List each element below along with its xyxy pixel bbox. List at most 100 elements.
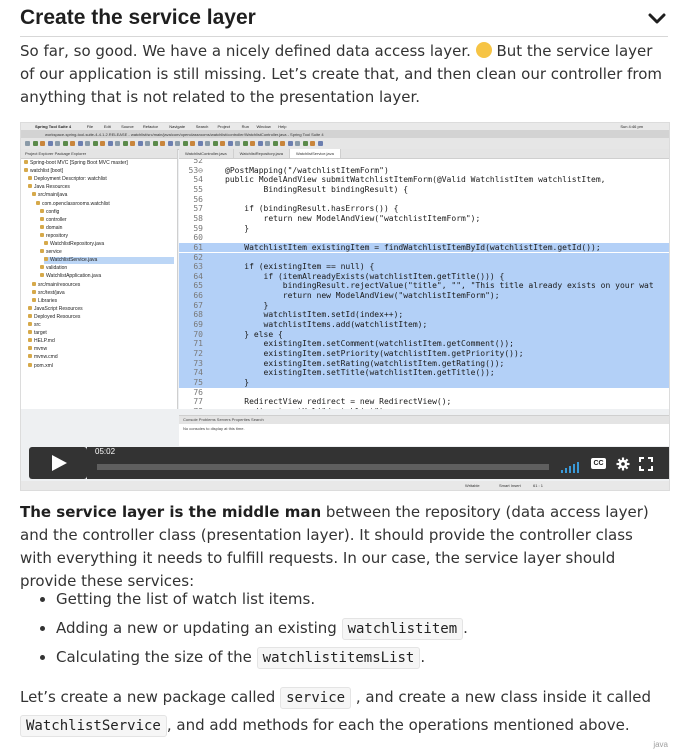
tree-item[interactable]: controller bbox=[40, 216, 67, 224]
tree-item[interactable]: src/test/java bbox=[32, 289, 65, 297]
folder-icon bbox=[40, 208, 44, 213]
toolbar-icon[interactable] bbox=[137, 141, 143, 146]
toolbar-icon[interactable] bbox=[100, 141, 105, 146]
toolbar-icon[interactable] bbox=[25, 141, 30, 146]
tree-item[interactable]: WatchlistRepository.java bbox=[44, 241, 104, 248]
toolbar-icon[interactable] bbox=[205, 141, 210, 146]
list-item: Calculating the size of the watchlistite… bbox=[56, 644, 673, 673]
tree-item[interactable]: config bbox=[40, 208, 59, 216]
tree-item[interactable]: WatchlistApplication.java bbox=[40, 273, 101, 280]
toolbar-icon[interactable] bbox=[227, 141, 233, 146]
tree-item[interactable]: pom.xml bbox=[28, 362, 53, 370]
tree-item[interactable]: Spring-boot MVC [Spring Boot MVC master] bbox=[24, 160, 128, 167]
tree-item[interactable]: mvnw.cmd bbox=[28, 354, 58, 361]
fullscreen-icon[interactable] bbox=[639, 457, 653, 471]
mac-menu-item[interactable]: Project bbox=[218, 124, 230, 129]
toolbar-icon[interactable] bbox=[272, 141, 278, 146]
tree-item-label: Java Resources bbox=[34, 184, 70, 191]
mac-menu-item[interactable]: Run bbox=[242, 124, 249, 129]
tree-item[interactable]: repository bbox=[40, 232, 68, 240]
tree-item[interactable]: com.openclassrooms.watchlist bbox=[36, 200, 110, 208]
toolbar-icon[interactable] bbox=[55, 141, 60, 146]
mac-menu-item[interactable]: Refactor bbox=[143, 124, 158, 129]
tree-item[interactable]: HELP.md bbox=[28, 338, 55, 345]
code-line: 63 if (existingItem == null) { bbox=[179, 262, 669, 272]
folder-icon bbox=[28, 346, 32, 351]
tree-item[interactable]: Deployment Descriptor: watchlist bbox=[28, 176, 107, 183]
editor-tab[interactable]: WatchlistService.java bbox=[290, 149, 341, 158]
mac-menu-item[interactable]: Help bbox=[278, 124, 286, 129]
section-header[interactable]: Create the service layer bbox=[20, 4, 670, 30]
editor-tabs: WatchlistController.java WatchlistReposit… bbox=[179, 149, 669, 159]
editor-tab[interactable]: WatchlistRepository.java bbox=[234, 149, 291, 158]
toolbar-icon[interactable] bbox=[250, 141, 255, 146]
toolbar-icon[interactable] bbox=[85, 141, 90, 146]
mac-menu-item[interactable]: Source bbox=[121, 124, 134, 129]
toolbar-icon[interactable] bbox=[235, 141, 240, 146]
tree-item-label: pom.xml bbox=[34, 362, 53, 369]
progress-bar[interactable] bbox=[97, 464, 549, 470]
toolbar-icon[interactable] bbox=[152, 141, 158, 146]
toolbar-icon[interactable] bbox=[302, 141, 308, 146]
toolbar-icon[interactable] bbox=[175, 141, 180, 146]
toolbar-icon[interactable] bbox=[62, 141, 68, 146]
code-editor: WatchlistController.java WatchlistReposit… bbox=[179, 149, 669, 409]
toolbar-icon[interactable] bbox=[47, 141, 53, 146]
video-player[interactable]: Spring Tool Suite 4 File Edit Source Refacto… bbox=[20, 122, 670, 491]
toolbar-icon[interactable] bbox=[257, 141, 263, 146]
toolbar-icon[interactable] bbox=[160, 141, 165, 146]
tree-item[interactable]: validation bbox=[40, 265, 67, 272]
toolbar-icon[interactable] bbox=[32, 141, 38, 146]
folder-icon bbox=[32, 281, 36, 286]
toolbar-icon[interactable] bbox=[182, 141, 188, 146]
tree-item[interactable]: Libraries bbox=[32, 297, 57, 305]
tree-item[interactable]: domain bbox=[40, 224, 62, 232]
code-line: 74 existingItem.setTitle(watchlistItem.g… bbox=[179, 368, 669, 378]
toolbar-icon[interactable] bbox=[242, 141, 248, 146]
toolbar-icon[interactable] bbox=[317, 141, 323, 146]
code-text: existingItem.setTitle(watchlistItem.getT… bbox=[225, 368, 495, 378]
mac-menu-item[interactable]: Edit bbox=[104, 124, 111, 129]
line-number: 65 bbox=[193, 281, 203, 291]
mac-menu-item[interactable]: Navigate bbox=[169, 124, 185, 129]
toolbar-icon[interactable] bbox=[197, 141, 203, 146]
toolbar-icon[interactable] bbox=[295, 141, 300, 146]
toolbar-icon[interactable] bbox=[190, 141, 195, 146]
tree-item[interactable]: mvnw bbox=[28, 346, 47, 353]
gear-icon[interactable] bbox=[616, 457, 630, 471]
mac-menu-item[interactable]: File bbox=[87, 124, 93, 129]
tree-item[interactable]: src/main/resources bbox=[32, 281, 80, 289]
tree-item[interactable]: src bbox=[28, 322, 41, 329]
mac-menu-item[interactable]: Spring Tool Suite 4 bbox=[35, 124, 71, 129]
toolbar-icon[interactable] bbox=[145, 141, 150, 146]
toolbar-icon[interactable] bbox=[212, 141, 218, 146]
toolbar-icon[interactable] bbox=[310, 141, 315, 146]
toolbar-icon[interactable] bbox=[265, 141, 270, 146]
toolbar-icon[interactable] bbox=[40, 141, 45, 146]
tree-item[interactable]: service bbox=[40, 249, 62, 256]
toolbar-icon[interactable] bbox=[107, 141, 113, 146]
mac-menu-item[interactable]: Search bbox=[196, 124, 209, 129]
tree-item[interactable]: Java Resources bbox=[28, 184, 70, 191]
closed-captions-icon[interactable]: CC bbox=[591, 458, 606, 469]
toolbar-icon[interactable] bbox=[122, 141, 128, 146]
mac-menu-item[interactable]: Window bbox=[257, 124, 271, 129]
tree-item[interactable]: Deployed Resources bbox=[28, 313, 80, 321]
toolbar-icon[interactable] bbox=[92, 141, 98, 146]
tree-item[interactable]: JavaScript Resources bbox=[28, 305, 83, 313]
toolbar-icon[interactable] bbox=[287, 141, 293, 146]
play-button[interactable] bbox=[29, 447, 87, 479]
toolbar-icon[interactable] bbox=[280, 141, 285, 146]
toolbar-icon[interactable] bbox=[115, 141, 120, 146]
tree-item[interactable]: WatchlistService.java bbox=[44, 257, 174, 265]
toolbar-icon[interactable] bbox=[77, 141, 83, 146]
editor-tab[interactable]: WatchlistController.java bbox=[179, 149, 234, 158]
toolbar-icon[interactable] bbox=[70, 141, 75, 146]
toolbar-icon[interactable] bbox=[130, 141, 135, 146]
toolbar-icon[interactable] bbox=[220, 141, 225, 146]
toolbar-icon[interactable] bbox=[167, 141, 173, 146]
tree-item[interactable]: watchlist [boot] bbox=[24, 168, 63, 175]
chevron-down-icon[interactable] bbox=[648, 12, 666, 26]
tree-item[interactable]: target bbox=[28, 330, 47, 337]
tree-item[interactable]: src/main/java bbox=[32, 192, 67, 199]
